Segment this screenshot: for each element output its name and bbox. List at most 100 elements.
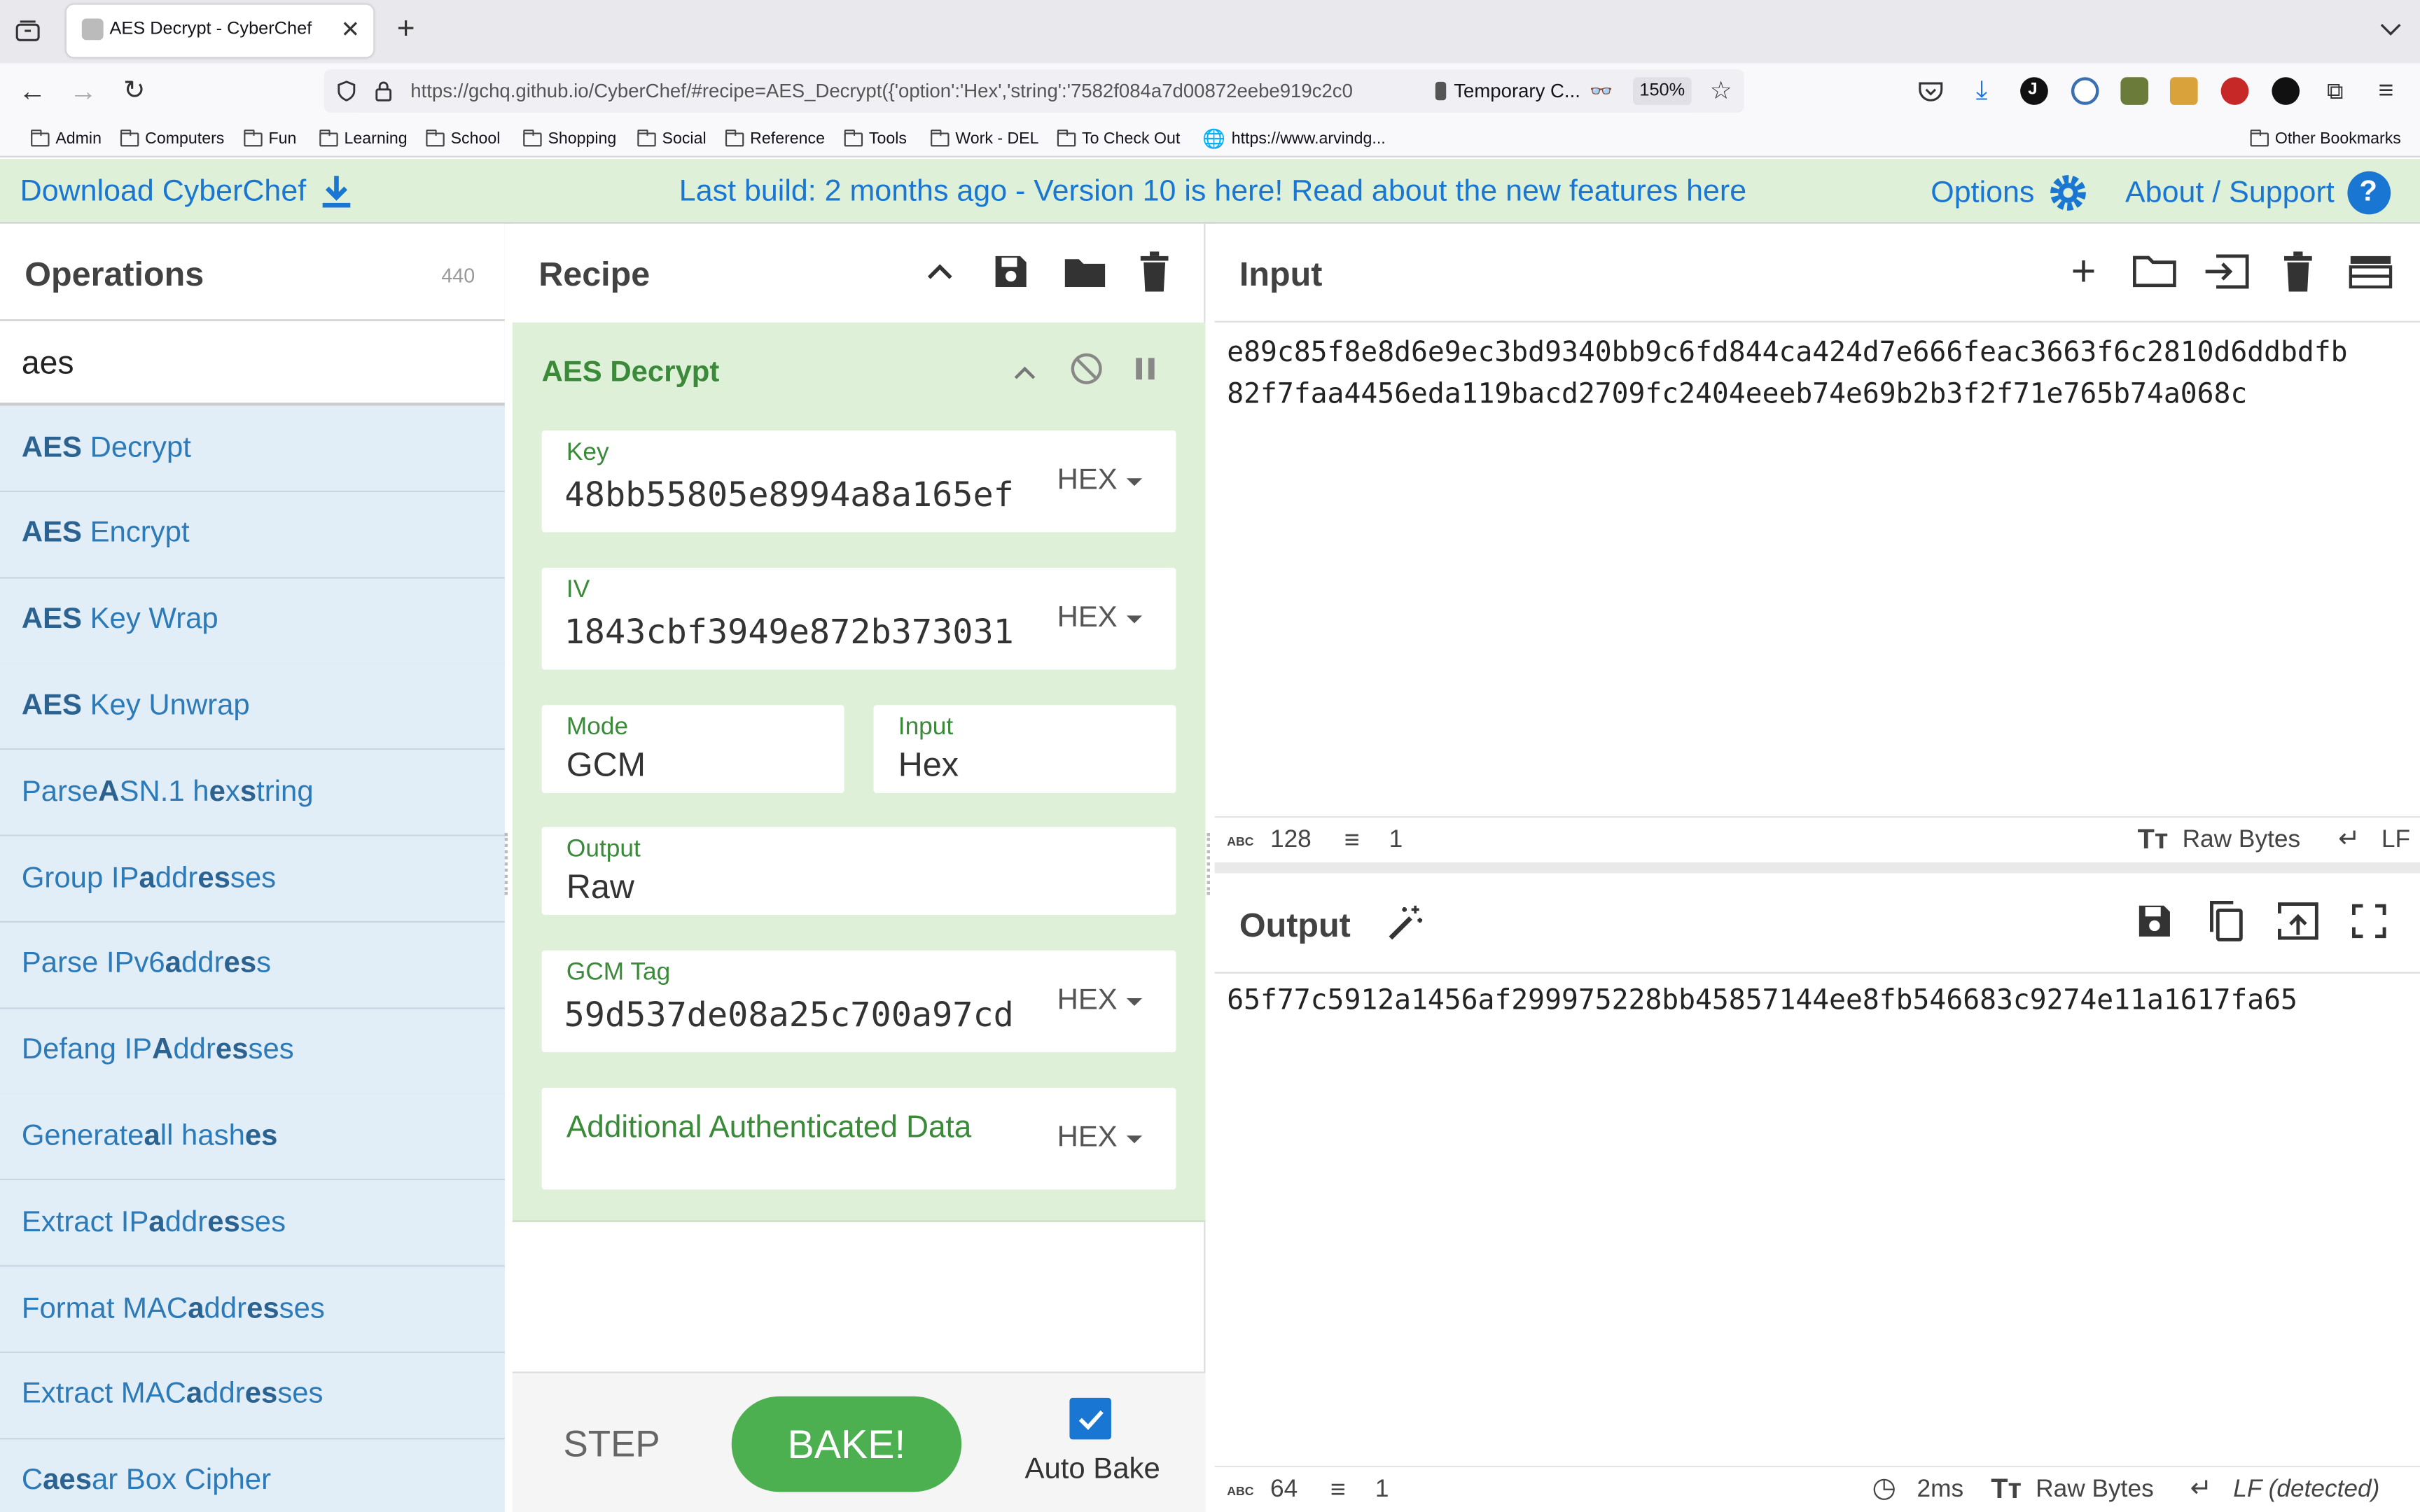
container-label[interactable]: Temporary C... 👓	[1435, 77, 1613, 105]
operation-list-item[interactable]: Extract MAC a ddr es ses	[0, 1352, 505, 1439]
extensions-puzzle-icon[interactable]: ⧉	[2321, 77, 2349, 105]
operation-list-item[interactable]: Parse IPv6 a ddr es s	[0, 922, 505, 1009]
bookmark-folder[interactable]: Tools	[843, 128, 907, 150]
operation-list-item[interactable]: AES Key Unwrap	[0, 664, 505, 751]
operation-list-item[interactable]: Defang IP Addr es ses	[0, 1008, 505, 1096]
aad-label[interactable]: Additional Authenticated Data	[566, 1111, 971, 1147]
new-tab-icon[interactable]: +	[391, 12, 422, 46]
reset-layout-icon[interactable]	[2347, 253, 2393, 290]
clear-input-trash-icon[interactable]	[2279, 250, 2316, 293]
key-format-dropdown[interactable]: HEX	[1057, 464, 1142, 498]
output-text[interactable]: 65f77c5912a1456af299975228bb45857144ee8f…	[1227, 980, 2297, 1022]
auto-bake-checkbox[interactable]	[1069, 1397, 1111, 1440]
disable-operation-icon[interactable]	[1068, 350, 1105, 387]
output-format-select[interactable]: Output Raw	[541, 827, 1176, 916]
pane-resizer[interactable]	[504, 833, 511, 895]
bookmark-folder[interactable]: Reference	[725, 128, 825, 150]
extension-black-icon[interactable]	[2272, 77, 2300, 105]
other-bookmarks[interactable]: Other Bookmarks	[2249, 128, 2401, 150]
build-notice[interactable]: Last build: 2 months ago - Version 10 is…	[679, 174, 1746, 210]
io-splitter[interactable]	[1214, 862, 2420, 874]
tab-list-icon[interactable]	[14, 17, 42, 45]
open-folder-icon[interactable]	[2202, 251, 2252, 291]
extension-orange-icon[interactable]	[2169, 77, 2198, 105]
operation-list-item[interactable]: Caes ar Box Cipher	[0, 1438, 505, 1512]
extension-mask-icon[interactable]	[2120, 77, 2149, 105]
url-text[interactable]: https://gchq.github.io/CyberChef/#recipe…	[410, 80, 1429, 102]
recipe-operation-aes-decrypt[interactable]: AES Decrypt Key 48bb55805e8994a8a165ef H…	[512, 322, 1206, 1222]
input-eol[interactable]: LF	[2381, 827, 2410, 855]
bookmark-folder[interactable]: Computers	[120, 128, 224, 150]
bake-button[interactable]: BAKE!	[731, 1396, 962, 1492]
maximise-output-icon[interactable]	[2349, 901, 2389, 941]
operation-list-item[interactable]: Extract IP a ddr es ses	[0, 1180, 505, 1267]
collapse-operation-icon[interactable]	[1009, 356, 1040, 387]
tab-close-icon[interactable]: ✕	[338, 17, 363, 43]
output-encoding[interactable]: Raw Bytes	[2036, 1476, 2154, 1504]
operation-list-item[interactable]: Parse A SN.1 hex s tring	[0, 750, 505, 837]
operation-list-item[interactable]: Format MAC a ddr es ses	[0, 1266, 505, 1353]
breakpoint-pause-icon[interactable]	[1129, 354, 1160, 384]
list-all-tabs-icon[interactable]	[2377, 15, 2405, 43]
iv-input[interactable]: 1843cbf3949e872b373031	[566, 614, 1014, 652]
step-button[interactable]: STEP	[563, 1424, 660, 1467]
add-input-tab-icon[interactable]: +	[2064, 247, 2103, 295]
magic-wand-icon[interactable]	[1384, 901, 1428, 944]
extension-badge-icon[interactable]	[2071, 77, 2099, 105]
operation-list-item[interactable]: AES Encrypt	[0, 491, 505, 579]
operations-search[interactable]: aes	[0, 321, 505, 406]
load-recipe-folder-icon[interactable]	[1062, 251, 1108, 291]
back-icon[interactable]: ←	[17, 75, 48, 106]
iv-field[interactable]: IV 1843cbf3949e872b373031 HEX	[541, 568, 1176, 670]
bookmark-folder[interactable]: Fun	[243, 128, 296, 150]
about-support-button[interactable]: About / Support ?	[2125, 171, 2391, 215]
bookmark-folder[interactable]: Shopping	[522, 128, 616, 150]
aad-format-dropdown[interactable]: HEX	[1057, 1121, 1142, 1155]
extension-red-icon[interactable]	[2220, 77, 2249, 105]
bookmark-folder[interactable]: School	[425, 128, 500, 150]
open-file-folder-icon[interactable]	[2132, 251, 2178, 291]
output-eol[interactable]: LF (detected)	[2233, 1476, 2379, 1504]
gcm-tag-input[interactable]: 59d537de08a25c700a97cd	[566, 997, 1014, 1035]
url-bar[interactable]: https://gchq.github.io/CyberChef/#recipe…	[324, 69, 1744, 113]
key-input[interactable]: 48bb55805e8994a8a165ef	[566, 477, 1014, 515]
pocket-icon[interactable]	[1917, 77, 1945, 105]
options-button[interactable]: Options	[1931, 172, 2089, 215]
app-menu-icon[interactable]: ≡	[2372, 76, 2400, 105]
bookmark-folder[interactable]: Admin	[30, 128, 102, 150]
input-textarea[interactable]: e89c85f8e8d6e9ec3bd9340bb9c6fd844ca424d7…	[1227, 332, 2347, 415]
forward-icon[interactable]: →	[68, 75, 99, 106]
collapse-all-icon[interactable]	[922, 253, 959, 290]
bookmark-folder[interactable]: Work - DEL	[930, 128, 1039, 150]
pane-resizer[interactable]	[1206, 833, 1214, 895]
key-field[interactable]: Key 48bb55805e8994a8a165ef HEX	[541, 430, 1176, 533]
zoom-level[interactable]: 150%	[1632, 77, 1692, 105]
reload-icon[interactable]: ↻	[119, 76, 150, 106]
gcm-tag-format-dropdown[interactable]: HEX	[1057, 984, 1142, 1018]
browser-tab-active[interactable]: AES Decrypt - CyberChef ✕	[66, 4, 374, 57]
iv-format-dropdown[interactable]: HEX	[1057, 602, 1142, 636]
operation-list-item[interactable]: AES Decrypt	[0, 405, 505, 493]
operation-list-item[interactable]: AES Key Wrap	[0, 578, 505, 665]
mode-select[interactable]: Mode GCM	[541, 705, 844, 793]
gcm-tag-field[interactable]: GCM Tag 59d537de08a25c700a97cd HEX	[541, 950, 1176, 1053]
save-output-icon[interactable]	[2134, 901, 2174, 941]
bookmark-folder[interactable]: Social	[637, 128, 707, 150]
input-format-select[interactable]: Input Hex	[873, 705, 1176, 793]
bookmark-folder[interactable]: Learning	[319, 128, 408, 150]
tracking-shield-icon[interactable]	[333, 78, 358, 103]
bookmark-star-icon[interactable]: ☆	[1707, 76, 1735, 106]
bookmark-folder[interactable]: To Check Out	[1057, 128, 1180, 150]
copy-output-icon[interactable]	[2206, 898, 2246, 944]
operation-list-item[interactable]: Group IP a ddr es ses	[0, 836, 505, 923]
downloads-icon[interactable]: ⤓	[1968, 76, 1996, 105]
lock-icon[interactable]	[372, 78, 394, 103]
replace-input-icon[interactable]	[2275, 899, 2321, 943]
extension-j-icon[interactable]: J	[2020, 77, 2048, 105]
search-input[interactable]: aes	[22, 346, 74, 383]
clear-recipe-trash-icon[interactable]	[1136, 250, 1173, 293]
save-recipe-icon[interactable]	[991, 251, 1031, 291]
bookmark-link[interactable]: 🌐 https://www.arvindg...	[1202, 128, 1386, 150]
input-encoding[interactable]: Raw Bytes	[2183, 827, 2301, 855]
operation-list-item[interactable]: Generate a ll hash es	[0, 1094, 505, 1181]
